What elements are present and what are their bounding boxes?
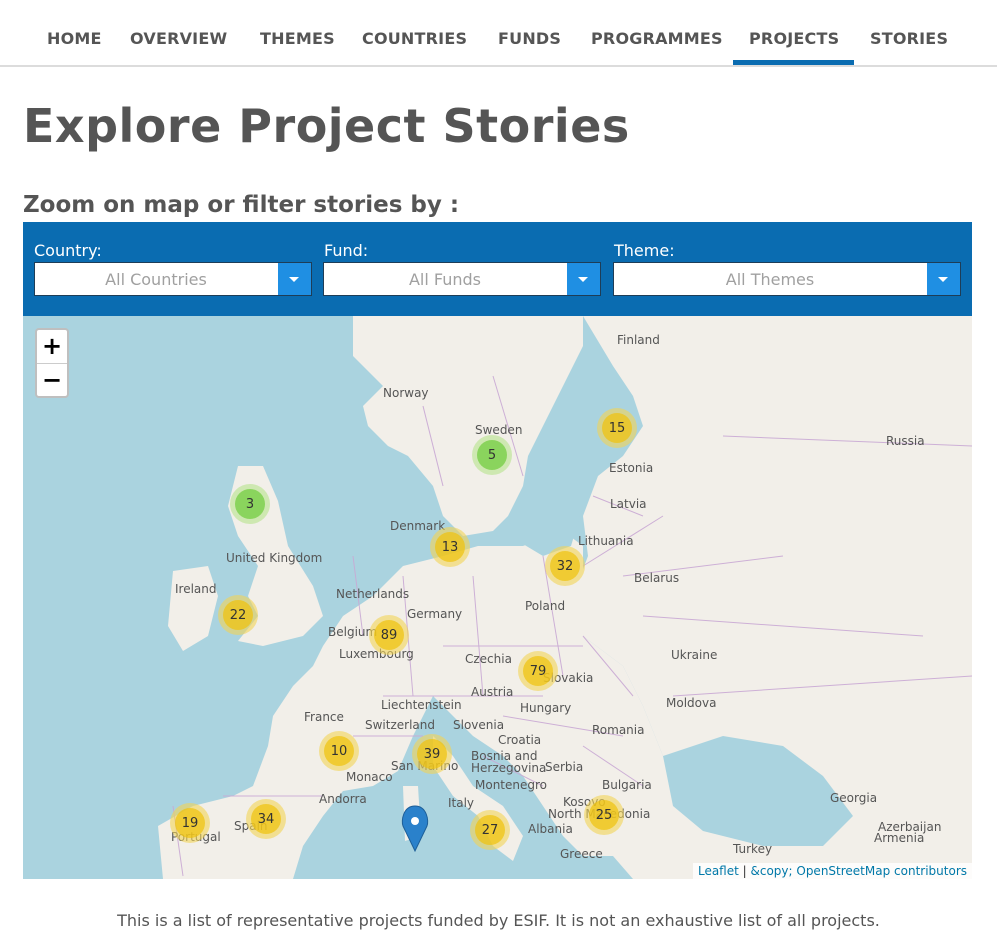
cluster-marker[interactable]: 10 — [319, 731, 359, 771]
cluster-marker[interactable]: 32 — [545, 546, 585, 586]
map-label-ukraine: Ukraine — [671, 648, 718, 662]
map-label-lithuania: Lithuania — [578, 534, 634, 548]
cluster-count: 32 — [550, 551, 580, 581]
map-label-montenegro: Montenegro — [475, 778, 548, 792]
map-label-italy: Italy — [448, 796, 475, 810]
osm-link[interactable]: &copy; OpenStreetMap contributors — [751, 864, 968, 878]
map-label-austria: Austria — [471, 685, 514, 699]
map-label-armenia: Armenia — [874, 831, 925, 845]
cluster-marker[interactable]: 19 — [170, 803, 210, 843]
theme-filter-label: Theme: — [614, 241, 675, 260]
country-filter-label: Country: — [34, 241, 102, 260]
map-label-finland: Finland — [617, 333, 660, 347]
map-label-hungary: Hungary — [520, 701, 572, 715]
chevron-down-icon[interactable] — [278, 263, 311, 295]
cluster-marker[interactable]: 22 — [218, 595, 258, 635]
filter-subheading: Zoom on map or filter stories by : — [23, 192, 460, 218]
cluster-count: 89 — [374, 620, 404, 650]
cluster-count: 3 — [235, 489, 265, 519]
cluster-count: 39 — [417, 739, 447, 769]
map-label-latvia: Latvia — [610, 497, 647, 511]
map-label-sweden: Sweden — [475, 423, 523, 437]
cluster-marker[interactable]: 79 — [518, 651, 558, 691]
cluster-count: 27 — [475, 815, 505, 845]
nav-programmes[interactable]: PROGRAMMES — [591, 29, 723, 48]
page-title: Explore Project Stories — [23, 99, 630, 153]
map-label-czechia: Czechia — [465, 652, 512, 666]
cluster-marker[interactable]: 13 — [430, 527, 470, 567]
country-select-value: All Countries — [105, 270, 207, 289]
map-label-germany: Germany — [407, 607, 463, 621]
theme-select-value: All Themes — [725, 270, 815, 289]
map-label-croatia: Croatia — [498, 733, 542, 747]
map-label-united-kingdom: United Kingdom — [226, 551, 323, 565]
map-label-slovenia: Slovenia — [453, 718, 505, 732]
cluster-count: 15 — [602, 413, 632, 443]
map-label-monaco: Monaco — [346, 770, 393, 784]
nav-themes[interactable]: THEMES — [260, 29, 335, 48]
nav-overview[interactable]: OVERVIEW — [130, 29, 227, 48]
country-select[interactable]: All Countries — [34, 262, 312, 296]
map-label-switzerland: Switzerland — [365, 718, 435, 732]
cluster-marker[interactable]: 3 — [230, 484, 270, 524]
map-label-albania: Albania — [528, 822, 573, 836]
cluster-marker[interactable]: 25 — [584, 795, 624, 835]
cluster-marker[interactable]: 34 — [246, 799, 286, 839]
nav-funds[interactable]: FUNDS — [498, 29, 561, 48]
filter-bar: Country: All Countries Fund: All Funds T… — [23, 222, 972, 316]
map-label-bosnia: Bosnia and Herzegovina — [471, 749, 547, 775]
cluster-count: 13 — [435, 532, 465, 562]
disclaimer-text: This is a list of representative project… — [117, 911, 880, 930]
map-label-liechtenstein: Liechtenstein — [381, 698, 462, 712]
nav-countries[interactable]: COUNTRIES — [362, 29, 467, 48]
map-label-romania: Romania — [592, 723, 645, 737]
cluster-marker[interactable]: 5 — [472, 435, 512, 475]
nav-home[interactable]: HOME — [47, 29, 102, 48]
zoom-in-button[interactable]: + — [37, 330, 67, 364]
cluster-count: 79 — [523, 656, 553, 686]
zoom-out-button[interactable]: − — [37, 364, 67, 397]
map-label-estonia: Estonia — [609, 461, 654, 475]
map-label-georgia: Georgia — [830, 791, 878, 805]
map-label-moldova: Moldova — [666, 696, 717, 710]
zoom-control: + − — [35, 328, 69, 398]
map-label-france: France — [304, 710, 344, 724]
map-label-greece: Greece — [560, 847, 603, 861]
map-label-russia: Russia — [886, 434, 925, 448]
map-label-ireland: Ireland — [175, 582, 217, 596]
cluster-count: 5 — [477, 440, 507, 470]
top-navigation: HOME OVERVIEW THEMES COUNTRIES FUNDS PRO… — [0, 0, 997, 67]
map-label-turkey: Turkey — [733, 842, 773, 856]
cluster-marker[interactable]: 15 — [597, 408, 637, 448]
europe-map[interactable]: + − Finland Norway Sweden Russia Estonia… — [23, 316, 972, 879]
map-label-belarus: Belarus — [634, 571, 680, 585]
cluster-count: 19 — [175, 808, 205, 838]
map-attribution: Leaflet | &copy; OpenStreetMap contribut… — [692, 863, 972, 879]
leaflet-link[interactable]: Leaflet — [698, 864, 739, 878]
fund-select-value: All Funds — [408, 270, 482, 289]
map-label-norway: Norway — [383, 386, 429, 400]
cluster-count: 25 — [589, 800, 619, 830]
attribution-separator: | — [738, 864, 751, 878]
map-label-netherlands: Netherlands — [336, 587, 410, 601]
map-label-andorra: Andorra — [319, 792, 367, 806]
nav-projects[interactable]: PROJECTS — [749, 29, 839, 48]
cluster-count: 34 — [251, 804, 281, 834]
chevron-down-icon[interactable] — [567, 263, 600, 295]
cluster-marker[interactable]: 27 — [470, 810, 510, 850]
map-label-poland: Poland — [525, 599, 566, 613]
nav-stories[interactable]: STORIES — [870, 29, 948, 48]
theme-select[interactable]: All Themes — [613, 262, 961, 296]
chevron-down-icon[interactable] — [927, 263, 960, 295]
fund-filter-label: Fund: — [324, 241, 369, 260]
cluster-count: 10 — [324, 736, 354, 766]
active-tab-indicator — [733, 60, 854, 65]
cluster-marker[interactable]: 89 — [369, 615, 409, 655]
map-label-bulgaria: Bulgaria — [602, 778, 652, 792]
cluster-count: 22 — [223, 600, 253, 630]
cluster-marker[interactable]: 39 — [412, 734, 452, 774]
fund-select[interactable]: All Funds — [323, 262, 601, 296]
map-label-serbia: Serbia — [545, 760, 584, 774]
